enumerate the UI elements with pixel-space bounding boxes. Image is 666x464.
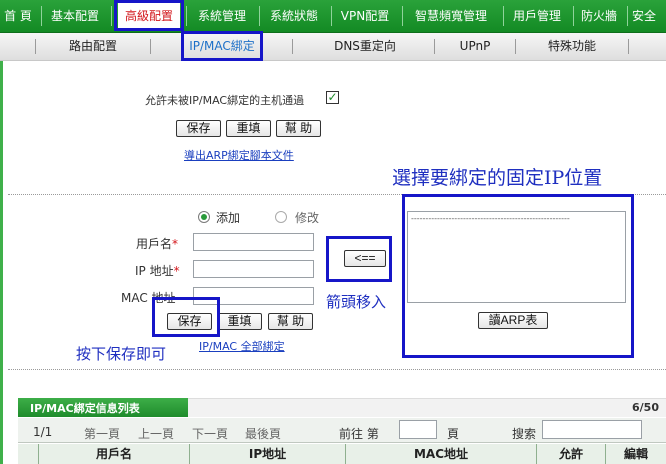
binding-list-header-fill	[188, 398, 666, 417]
bind-all-link[interactable]: IP/MAC 全部綁定	[199, 338, 285, 354]
page-info: 1/1	[33, 425, 53, 439]
mode-edit-radio[interactable]	[275, 211, 287, 223]
annotation-press-save: 按下保存即可	[76, 345, 167, 363]
column-header-blank	[18, 444, 39, 464]
nav-home[interactable]: 首 頁	[0, 0, 36, 32]
last-page-link[interactable]: 最後頁	[245, 425, 281, 442]
top-navigation: 首 頁 基本配置 高級配置 系統管理 系統狀態 VPN配置 智慧頻寬管理 用戶管…	[0, 0, 666, 33]
column-header-allow: 允許	[537, 444, 606, 464]
subnav-routing[interactable]: 路由配置	[40, 33, 146, 60]
arp-list[interactable]: ----------------------------------------…	[407, 211, 626, 303]
ip-address-input[interactable]	[193, 260, 314, 278]
nav-system-management[interactable]: 系統管理	[190, 0, 254, 32]
goto-page-input[interactable]	[399, 420, 437, 439]
allow-save-button[interactable]: 保存	[176, 120, 221, 137]
column-header-username: 用戶名	[39, 444, 190, 464]
nav-firewall[interactable]: 防火牆	[576, 0, 622, 32]
arp-list-entry[interactable]: ----------------------------------------…	[408, 212, 625, 224]
highlight-arrow-button	[326, 236, 392, 282]
username-label: 用戶名*	[136, 237, 179, 251]
username-input[interactable]	[193, 233, 314, 251]
column-header-edit: 編輯	[606, 444, 666, 464]
mode-add-label: 添加	[216, 211, 241, 225]
subnav-dns-redirect[interactable]: DNS重定向	[300, 33, 430, 60]
mode-edit-label: 修改	[295, 211, 320, 225]
allow-reset-button[interactable]: 重填	[226, 120, 271, 137]
nav-bandwidth-management[interactable]: 智慧頻寬管理	[405, 0, 497, 32]
column-header-ip: IP地址	[190, 444, 346, 464]
binding-list-title: IP/MAC綁定信息列表	[30, 402, 140, 415]
nav-user-management[interactable]: 用戶管理	[506, 0, 568, 32]
first-page-link[interactable]: 第一頁	[84, 425, 120, 442]
highlight-ipmac-tab	[181, 31, 263, 61]
highlight-advanced-config	[114, 0, 184, 31]
subnav-special-features[interactable]: 特殊功能	[520, 33, 624, 60]
ip-address-label: IP 地址*	[135, 264, 180, 278]
export-arp-script-link[interactable]: 導出ARP綁定腳本文件	[184, 147, 294, 163]
read-arp-button[interactable]: 讀ARP表	[478, 312, 548, 329]
next-page-link[interactable]: 下一頁	[192, 425, 228, 442]
highlight-save-button	[152, 297, 220, 337]
nav-basic-config[interactable]: 基本配置	[44, 0, 106, 32]
search-label: 搜索	[512, 427, 537, 441]
nav-system-status[interactable]: 系統狀態	[262, 0, 326, 32]
binding-count: 6/50	[632, 401, 659, 414]
allow-help-button[interactable]: 幫 助	[276, 120, 321, 137]
subnav-upnp[interactable]: UPnP	[440, 33, 510, 60]
allow-unbound-checkbox[interactable]: ✓	[326, 91, 339, 104]
help-button[interactable]: 幫 助	[268, 313, 313, 330]
column-header-mac: MAC地址	[346, 444, 537, 464]
allow-unbound-label: 允許未被IP/MAC綁定的主机通過	[145, 94, 305, 107]
reset-button[interactable]: 重填	[217, 313, 262, 330]
annotation-select-fixed-ip: 選擇要綁定的固定IP位置	[392, 167, 603, 189]
goto-page-label: 前往 第	[339, 427, 379, 441]
mode-add-radio[interactable]	[198, 211, 210, 223]
annotation-arrow-move: 箭頭移入	[326, 293, 387, 311]
goto-page-suffix: 頁	[447, 427, 460, 441]
prev-page-link[interactable]: 上一頁	[138, 425, 174, 442]
nav-security[interactable]: 安全	[632, 0, 666, 32]
nav-vpn-config[interactable]: VPN配置	[334, 0, 396, 32]
left-accent-bar	[0, 61, 3, 464]
sub-navigation: 路由配置 IP/MAC綁定 DNS重定向 UPnP 特殊功能	[0, 33, 666, 61]
search-input[interactable]	[542, 420, 642, 439]
divider	[8, 369, 666, 370]
